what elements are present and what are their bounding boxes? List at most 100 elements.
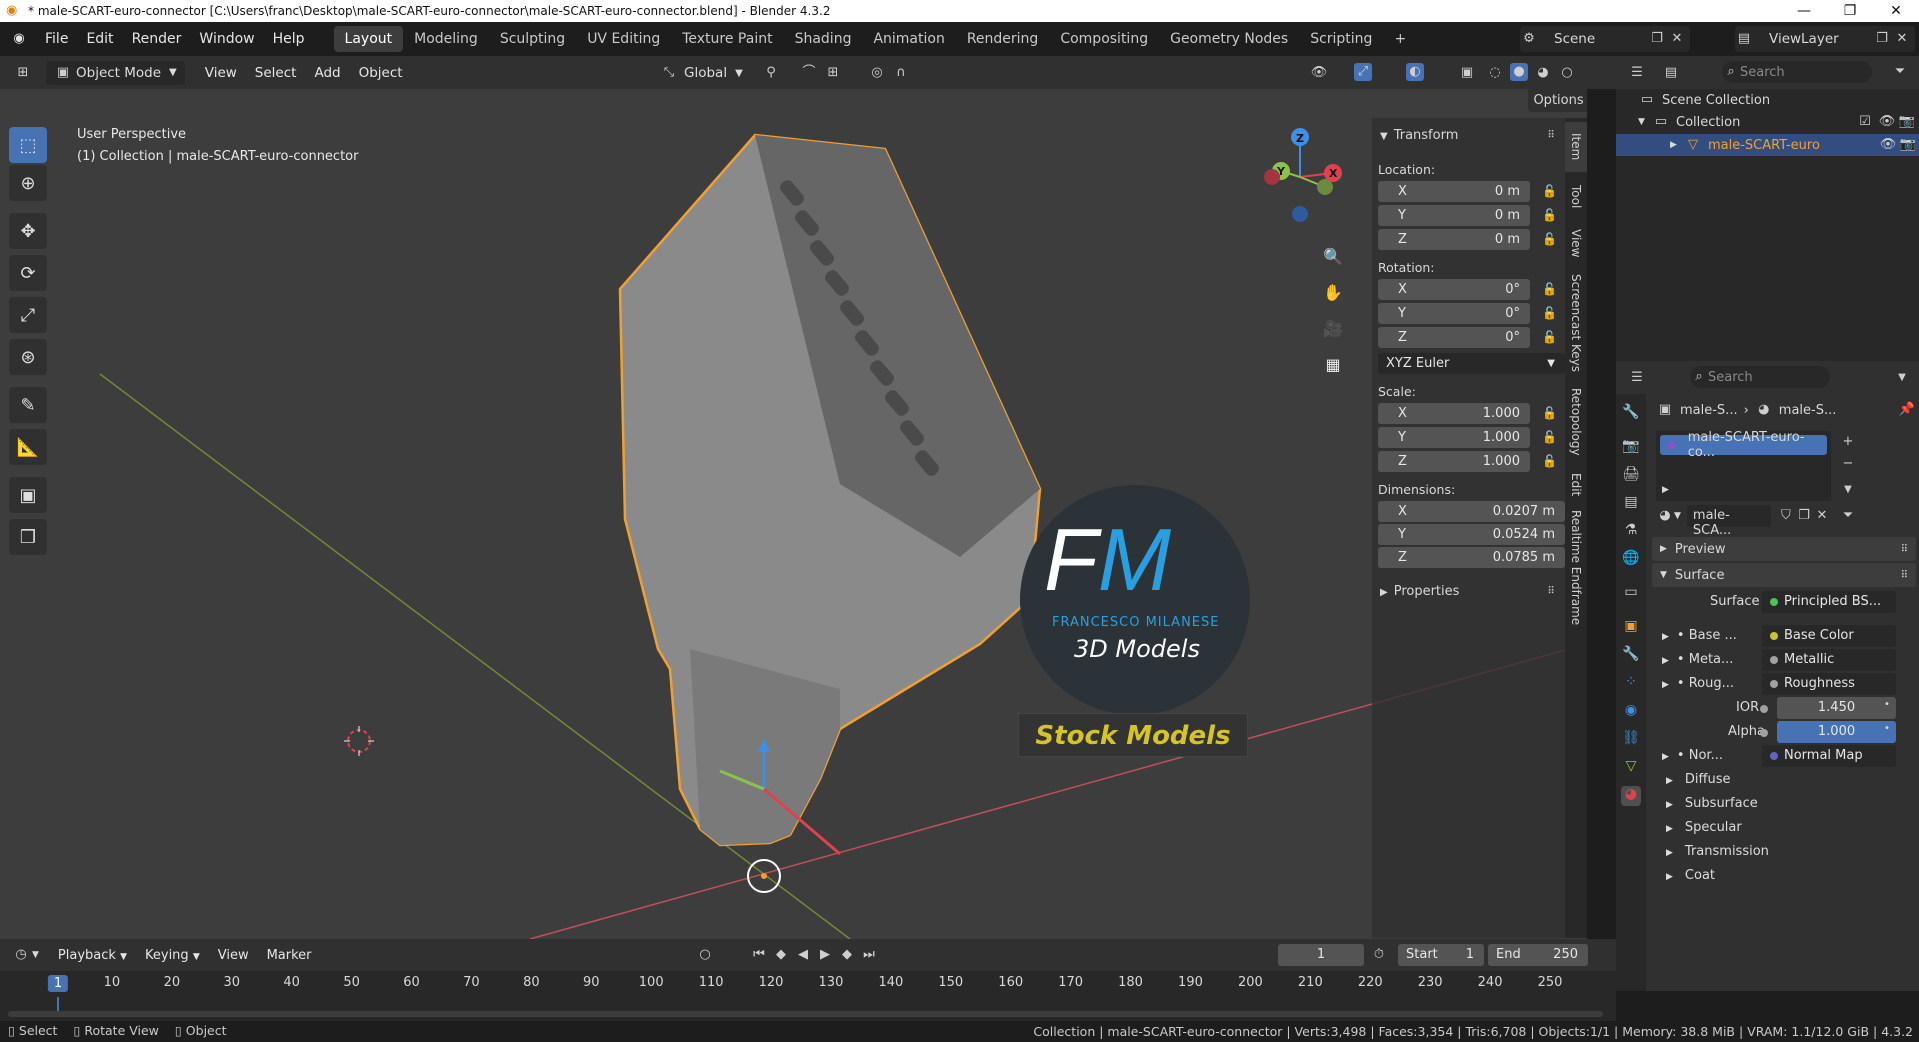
alpha-field[interactable]: 1.000	[1777, 721, 1896, 743]
material-shading-icon[interactable]: ◕	[1534, 64, 1552, 82]
orientation-dropdown[interactable]: ⤡ Global ▼	[660, 61, 743, 85]
properties-search-input[interactable]: ⌕ Search	[1690, 366, 1830, 388]
dimensions-y-field[interactable]: Y 0.0524 m	[1378, 524, 1565, 545]
base-color-row-label[interactable]: ▶ • Base ...	[1662, 628, 1737, 643]
camera-icon[interactable]: 📷	[1899, 136, 1917, 154]
normal-row-label[interactable]: ▶ • Nor...	[1662, 748, 1723, 763]
lock-icon[interactable]: 🔓	[1542, 406, 1557, 420]
solid-shading-icon[interactable]: ●	[1510, 63, 1528, 81]
tool-scale[interactable]: ⤢	[9, 297, 47, 333]
timeline-menu-keying[interactable]: Keying ▼	[136, 948, 209, 963]
object-tab-icon[interactable]: ▣	[1621, 618, 1641, 638]
blender-menu-icon[interactable]: ◉	[10, 30, 28, 48]
3d-viewport[interactable]: Z X Y User Perspective (1) Collection | …	[0, 89, 1587, 939]
rotation-z-field[interactable]: Z 0°	[1378, 327, 1530, 348]
timeline-editor-icon[interactable]: ◷	[12, 946, 30, 964]
normal-field[interactable]: Normal Map	[1762, 745, 1896, 767]
world-tab-icon[interactable]: 🌐	[1621, 550, 1641, 570]
start-frame-field[interactable]: Start 1	[1398, 944, 1484, 966]
dimensions-z-field[interactable]: Z 0.0785 m	[1378, 547, 1565, 568]
drag-handle-icon[interactable]: ⠿	[1542, 127, 1560, 145]
material-filter-icon[interactable]: ⏷	[1839, 507, 1857, 525]
xray-icon[interactable]: ▣	[1458, 64, 1476, 82]
ior-field[interactable]: 1.450	[1777, 697, 1896, 719]
display-mode-icon[interactable]: ▤	[1662, 64, 1680, 82]
outliner-editor-icon[interactable]: ☰	[1628, 64, 1646, 82]
add-slot-icon[interactable]: +	[1839, 433, 1857, 451]
filter-icon[interactable]: ⏷	[1891, 63, 1909, 81]
location-z-field[interactable]: Z0 m	[1378, 229, 1530, 250]
chevron-down-icon[interactable]: ▼	[1893, 369, 1911, 387]
scale-z-field[interactable]: Z 1.000	[1378, 451, 1530, 472]
tab-sculpting[interactable]: Sculpting	[489, 26, 576, 52]
jump-end-icon[interactable]: ⏭	[860, 946, 878, 964]
tab-modeling[interactable]: Modeling	[403, 26, 489, 52]
play-reverse-icon[interactable]: ◀	[794, 946, 812, 964]
maximize-button[interactable]: ❐	[1827, 3, 1873, 19]
tab-realtime-endframe[interactable]: Realtime Endframe	[1565, 508, 1587, 628]
scene-selector[interactable]: ⚙ Scene ❐ ✕	[1520, 26, 1690, 52]
end-frame-field[interactable]: End 250	[1488, 944, 1588, 966]
keyframe-dot-icon[interactable]: •	[1884, 723, 1890, 734]
lock-icon[interactable]: 🔓	[1542, 306, 1557, 320]
chevron-down-icon[interactable]: ▼	[1839, 481, 1857, 499]
camera-icon[interactable]: 📷	[1898, 113, 1916, 131]
tool-move[interactable]: ✥	[9, 213, 47, 249]
play-icon[interactable]: ▶	[816, 946, 834, 964]
menu-render[interactable]: Render	[123, 31, 191, 47]
snap-icon[interactable]: ⌒	[800, 64, 818, 82]
current-frame-marker[interactable]: 1	[47, 975, 69, 992]
lock-icon[interactable]: 🔓	[1542, 330, 1557, 344]
material-slot-list[interactable]: male-SCART-euro-co...	[1656, 430, 1831, 501]
close-window-button[interactable]: ✕	[1873, 3, 1919, 19]
tool-add-cube[interactable]: ▣	[9, 477, 47, 513]
tab-tool[interactable]: Tool	[1565, 176, 1587, 218]
tool-annotate[interactable]: ✎	[9, 387, 47, 423]
object-row-male-scart[interactable]: ▶ ▽ male-SCART-euro 👁 📷	[1616, 134, 1919, 156]
navigation-gizmo[interactable]: Z X Y	[1264, 128, 1342, 222]
coat-subpanel[interactable]: ▶ Coat	[1666, 868, 1715, 883]
transform-panel-header[interactable]: ▼ Transform	[1380, 128, 1458, 143]
tool-tab-icon[interactable]: 🔧	[1621, 404, 1641, 424]
tool-select-box[interactable]: ⬚	[9, 127, 47, 163]
metallic-row-label[interactable]: ▶ • Meta...	[1662, 652, 1733, 667]
camera-view-icon[interactable]: 🎥	[1317, 312, 1349, 344]
tool-measure[interactable]: 📐	[9, 429, 47, 465]
tab-animation[interactable]: Animation	[862, 26, 955, 52]
collection-tab-icon[interactable]: ▭	[1621, 584, 1641, 604]
3d-cursor[interactable]	[344, 726, 374, 756]
diffuse-subpanel[interactable]: ▶ Diffuse	[1666, 772, 1731, 787]
tool-extra[interactable]: ❒	[9, 519, 47, 555]
lock-icon[interactable]: 🔓	[1542, 282, 1557, 296]
gizmo-toggle-icon[interactable]: ⤢	[1354, 63, 1372, 81]
eye-icon[interactable]: 👁	[1878, 113, 1896, 131]
lock-icon[interactable]: 🔓	[1542, 208, 1557, 222]
material-slot-item[interactable]: male-SCART-euro-co...	[1660, 430, 1827, 460]
tab-geometry-nodes[interactable]: Geometry Nodes	[1159, 26, 1299, 52]
remove-scene-icon[interactable]: ✕	[1668, 30, 1686, 48]
viewport-menu-add[interactable]: Add	[305, 65, 349, 81]
playhead-line[interactable]	[57, 997, 59, 1011]
timeline-scrollbar[interactable]	[8, 1011, 1603, 1017]
lock-icon[interactable]: 🔓	[1542, 430, 1557, 444]
location-x-field[interactable]: X0 m	[1378, 181, 1530, 202]
rendered-shading-icon[interactable]: ○	[1558, 64, 1576, 82]
chevron-right-icon[interactable]: ▶	[1662, 485, 1669, 495]
scale-x-field[interactable]: X 1.000	[1378, 403, 1530, 424]
collection-row[interactable]: ▼ ▭ Collection ☑ 👁 📷	[1638, 113, 1918, 131]
viewport-menu-object[interactable]: Object	[350, 65, 412, 81]
properties-editor-icon[interactable]: ☰	[1628, 369, 1646, 387]
tab-view[interactable]: View	[1565, 222, 1587, 264]
editor-type-icon[interactable]: ⊞	[14, 64, 32, 82]
particles-tab-icon[interactable]: ⁘	[1621, 674, 1641, 694]
menu-window[interactable]: Window	[190, 31, 263, 47]
overlay-toggle-icon[interactable]: ◐	[1406, 63, 1424, 81]
properties-panel-header[interactable]: ▶ Properties	[1380, 584, 1459, 599]
scene-tab-icon[interactable]: ⚗	[1621, 522, 1641, 542]
view-layer-tab-icon[interactable]: ▤	[1621, 494, 1641, 514]
preview-panel-header[interactable]: ▶ Preview ⠿	[1652, 537, 1916, 561]
subsurface-subpanel[interactable]: ▶ Subsurface	[1666, 796, 1758, 811]
duplicate-material-icon[interactable]: ❐	[1795, 507, 1813, 525]
tab-item[interactable]: Item	[1565, 122, 1587, 172]
location-y-field[interactable]: Y0 m	[1378, 205, 1530, 226]
